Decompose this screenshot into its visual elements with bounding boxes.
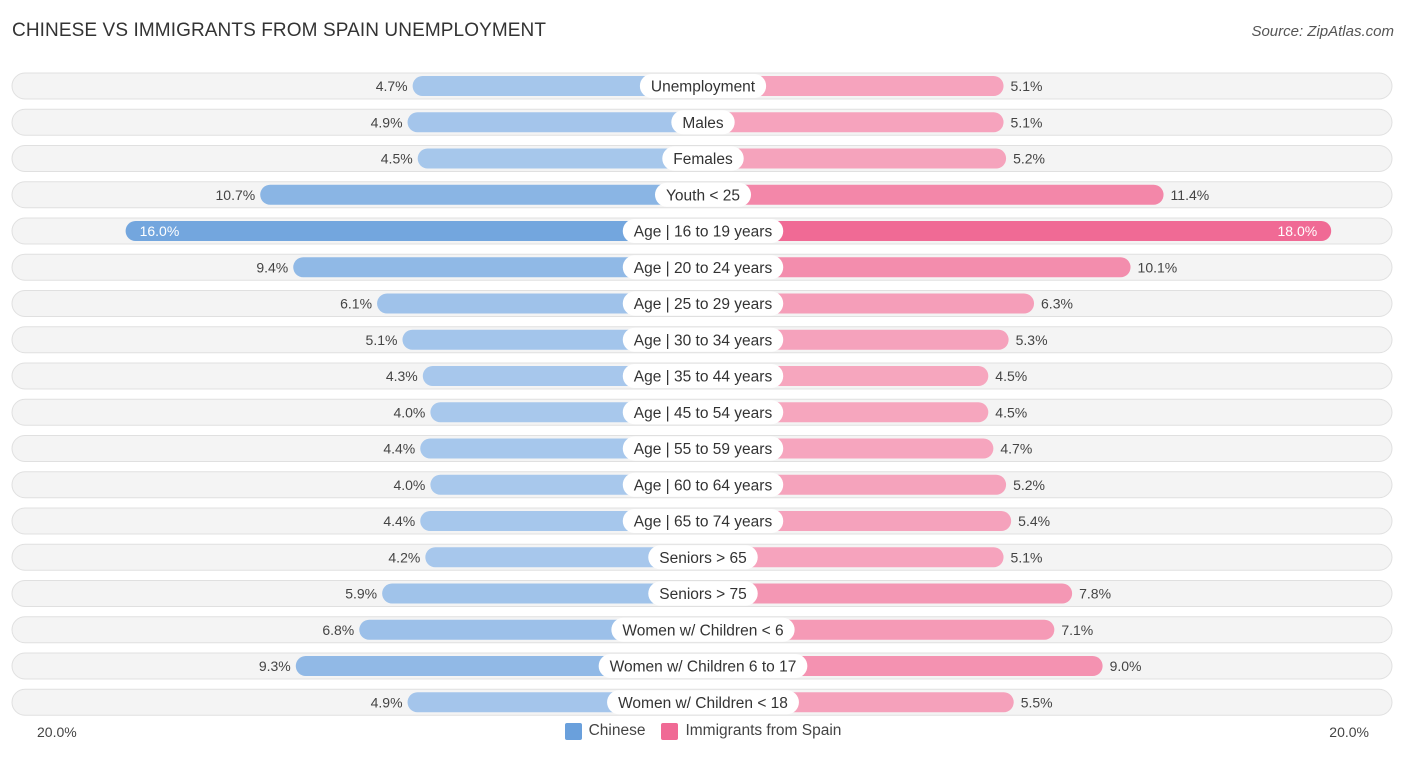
category-label: Age | 60 to 64 years xyxy=(634,477,773,494)
legend-swatch-chinese xyxy=(564,722,582,740)
row-unemployment: 4.7% 5.1% Unemployment xyxy=(11,72,1393,100)
row-age-16-to-19-years: 16.0% 18.0% Age | 16 to 19 years xyxy=(11,217,1393,245)
value-label-immigrants-from-spain: 4.7% xyxy=(1000,441,1032,457)
value-label-immigrants-from-spain: 7.1% xyxy=(1061,622,1093,638)
value-label-chinese: 5.1% xyxy=(366,332,398,348)
bar-immigrants-from-spain[interactable] xyxy=(703,148,1007,169)
value-label-chinese: 9.4% xyxy=(256,259,288,275)
value-label-immigrants-from-spain: 9.0% xyxy=(1110,658,1142,674)
bar-immigrants-from-spain[interactable] xyxy=(703,112,1004,133)
value-label-chinese: 4.5% xyxy=(381,151,413,167)
category-label: Age | 65 to 74 years xyxy=(634,514,773,531)
category-label: Seniors > 65 xyxy=(659,550,746,567)
value-label-immigrants-from-spain: 7.8% xyxy=(1079,586,1111,602)
value-label-immigrants-from-spain: 5.2% xyxy=(1013,151,1045,167)
value-label-chinese: 4.0% xyxy=(393,404,425,420)
value-label-immigrants-from-spain: 4.5% xyxy=(995,368,1027,384)
row-age-35-to-44-years: 4.3% 4.5% Age | 35 to 44 years xyxy=(11,362,1393,390)
category-label: Females xyxy=(673,151,733,168)
value-label-chinese: 4.9% xyxy=(371,114,403,130)
row-age-25-to-29-years: 6.1% 6.3% Age | 25 to 29 years xyxy=(11,290,1393,317)
bar-chinese[interactable] xyxy=(260,184,703,205)
value-label-immigrants-from-spain: 6.3% xyxy=(1041,296,1073,312)
row-age-20-to-24-years: 9.4% 10.1% Age | 20 to 24 years xyxy=(11,253,1393,281)
value-label-chinese: 4.2% xyxy=(388,549,420,565)
legend-item-immigrants-from-spain[interactable]: Immigrants from Spain xyxy=(661,722,841,740)
category-label: Age | 25 to 29 years xyxy=(634,296,773,313)
row-females: 4.5% 5.2% Females xyxy=(11,145,1393,172)
row-age-45-to-54-years: 4.0% 4.5% Age | 45 to 54 years xyxy=(11,398,1393,426)
value-label-chinese: 4.3% xyxy=(386,368,418,384)
value-label-immigrants-from-spain: 5.1% xyxy=(1011,114,1043,130)
value-label-chinese: 5.9% xyxy=(345,586,377,602)
value-label-immigrants-from-spain: 5.1% xyxy=(1011,549,1043,565)
row-age-30-to-34-years: 5.1% 5.3% Age | 30 to 34 years xyxy=(11,326,1393,354)
value-label-immigrants-from-spain: 11.4% xyxy=(1171,187,1210,203)
bar-immigrants-from-spain[interactable] xyxy=(703,184,1164,205)
category-label: Youth < 25 xyxy=(666,187,740,204)
row-age-55-to-59-years: 4.4% 4.7% Age | 55 to 59 years xyxy=(11,435,1393,462)
value-label-chinese: 4.9% xyxy=(371,694,403,710)
legend-label-immigrants-from-spain: Immigrants from Spain xyxy=(685,722,842,739)
row-women-w-children-6-to-17: 9.3% 9.0% Women w/ Children 6 to 17 xyxy=(11,652,1393,680)
value-label-chinese: 4.7% xyxy=(376,78,408,94)
category-label: Unemployment xyxy=(651,79,756,96)
legend: Chinese Immigrants from Spain xyxy=(0,722,1406,740)
value-label-chinese: 4.4% xyxy=(383,441,415,457)
category-label: Women w/ Children < 18 xyxy=(618,695,788,712)
value-label-immigrants-from-spain: 5.1% xyxy=(1011,78,1043,94)
value-label-chinese: 16.0% xyxy=(140,223,180,239)
value-label-chinese: 10.7% xyxy=(216,187,256,203)
value-label-chinese: 6.1% xyxy=(340,296,372,312)
category-label: Age | 16 to 19 years xyxy=(634,224,773,241)
row-youth-25: 10.7% 11.4% Youth < 25 xyxy=(11,181,1393,209)
row-males: 4.9% 5.1% Males xyxy=(11,108,1393,136)
row-seniors-75: 5.9% 7.8% Seniors > 75 xyxy=(11,580,1393,607)
value-label-chinese: 6.8% xyxy=(322,622,354,638)
value-label-immigrants-from-spain: 5.3% xyxy=(1016,332,1048,348)
chart-canvas: 4.7% 5.1% Unemployment 4.9% 5.1% Males 4.5% 5.2… xyxy=(11,72,1393,716)
value-label-immigrants-from-spain: 5.5% xyxy=(1021,694,1053,710)
value-label-immigrants-from-spain: 4.5% xyxy=(995,404,1027,420)
category-label: Age | 30 to 34 years xyxy=(634,332,773,349)
row-women-w-children-6: 6.8% 7.1% Women w/ Children < 6 xyxy=(11,616,1393,644)
legend-label-chinese: Chinese xyxy=(588,722,646,739)
row-seniors-65: 4.2% 5.1% Seniors > 65 xyxy=(11,543,1393,571)
value-label-immigrants-from-spain: 5.4% xyxy=(1018,513,1050,529)
bar-chinese[interactable] xyxy=(417,148,703,169)
category-label: Age | 45 to 54 years xyxy=(634,405,773,422)
legend-item-chinese[interactable]: Chinese xyxy=(564,722,646,740)
bar-immigrants-from-spain[interactable] xyxy=(703,221,1332,241)
category-label: Seniors > 75 xyxy=(659,586,746,603)
category-label: Age | 35 to 44 years xyxy=(634,369,773,386)
category-label: Women w/ Children < 6 xyxy=(622,622,783,639)
row-age-65-to-74-years: 4.4% 5.4% Age | 65 to 74 years xyxy=(11,507,1393,535)
value-label-chinese: 9.3% xyxy=(259,658,291,674)
value-label-immigrants-from-spain: 18.0% xyxy=(1277,223,1317,239)
category-label: Males xyxy=(682,115,724,132)
value-label-chinese: 4.4% xyxy=(383,513,415,529)
bar-chinese[interactable] xyxy=(407,112,703,133)
category-label: Age | 20 to 24 years xyxy=(634,260,773,277)
value-label-chinese: 4.0% xyxy=(393,477,425,493)
row-age-60-to-64-years: 4.0% 5.2% Age | 60 to 64 years xyxy=(11,471,1393,499)
row-women-w-children-18: 4.9% 5.5% Women w/ Children < 18 xyxy=(11,688,1393,716)
bar-chinese[interactable] xyxy=(125,221,704,241)
category-label: Women w/ Children 6 to 17 xyxy=(610,659,797,676)
category-label: Age | 55 to 59 years xyxy=(634,441,773,458)
value-label-immigrants-from-spain: 10.1% xyxy=(1138,259,1178,275)
value-label-immigrants-from-spain: 5.2% xyxy=(1013,477,1045,493)
bar-immigrants-from-spain[interactable] xyxy=(703,583,1073,604)
legend-swatch-immigrants-from-spain xyxy=(661,722,679,740)
